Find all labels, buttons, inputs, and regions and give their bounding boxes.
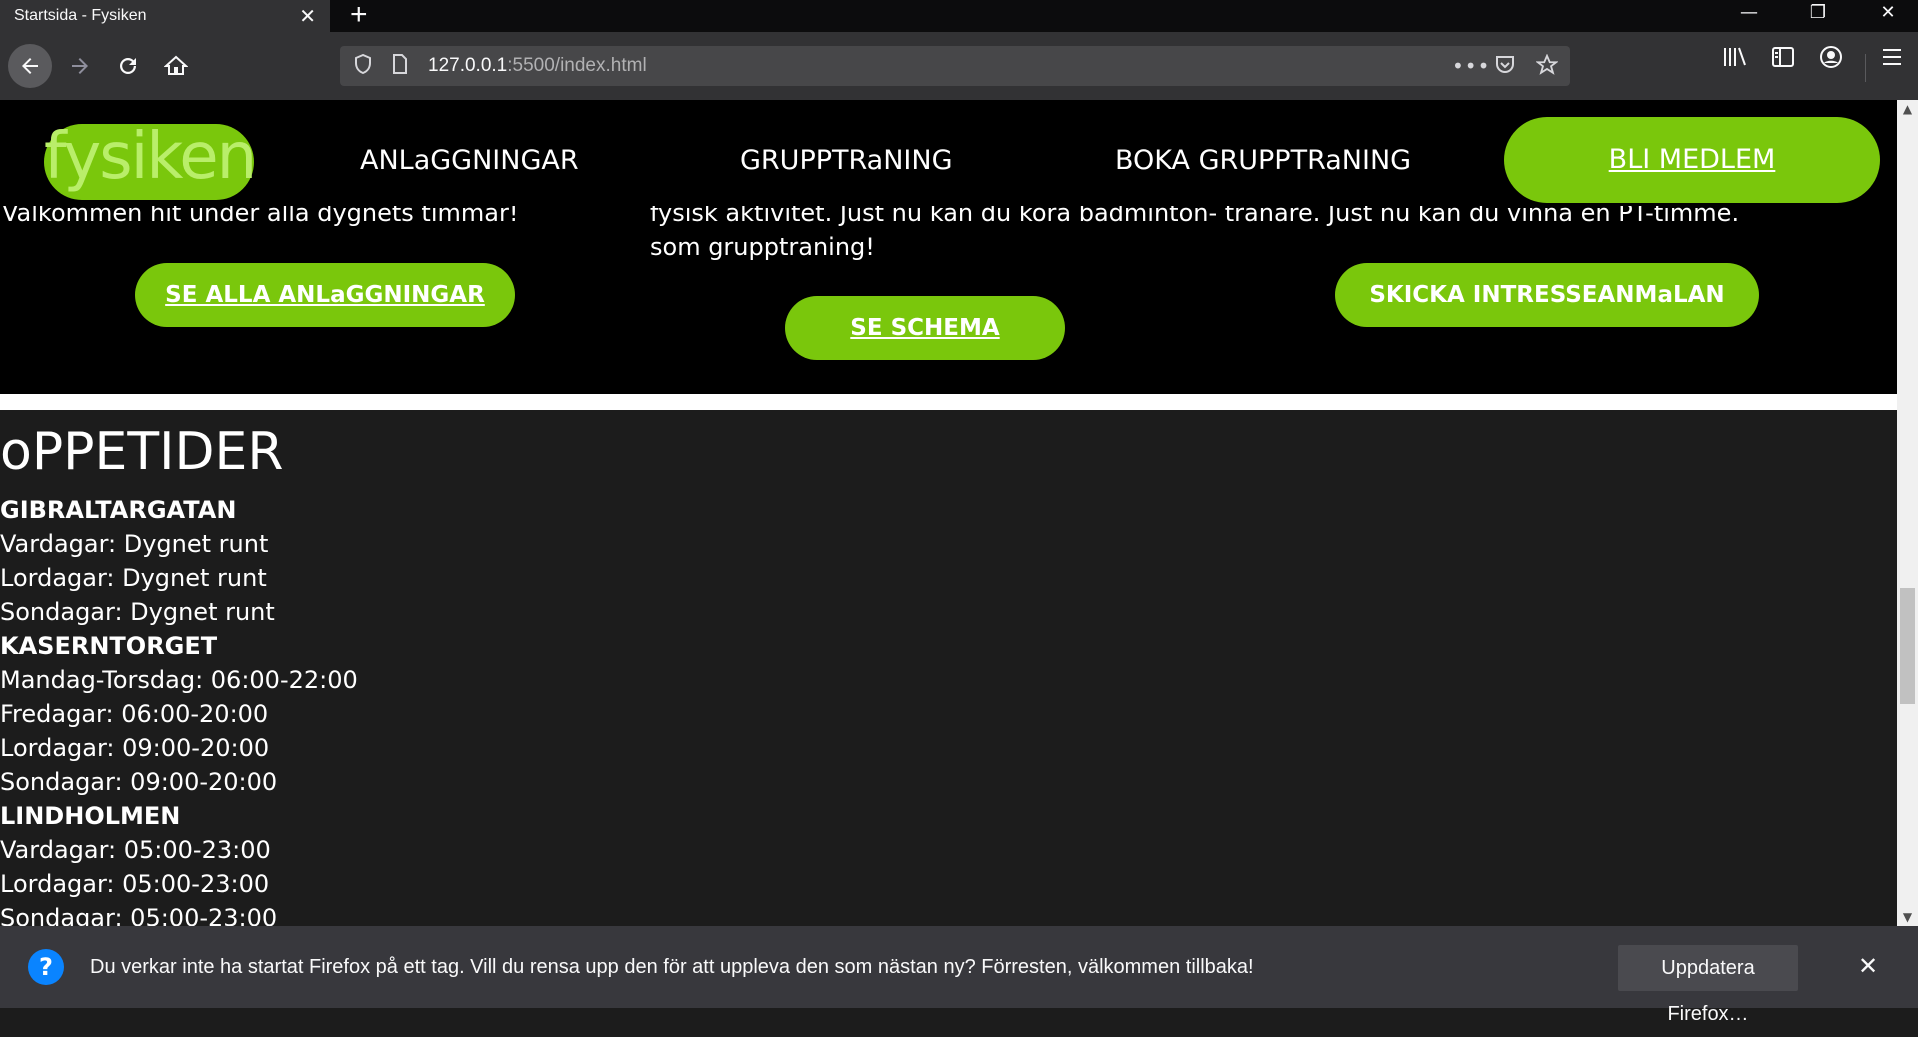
tab-title: Startsida - Fysiken	[14, 7, 147, 24]
page-scrollbar[interactable]: ▲ ▼	[1897, 100, 1918, 926]
question-icon: ?	[28, 949, 64, 985]
scroll-thumb[interactable]	[1900, 588, 1915, 704]
section-divider	[0, 394, 1897, 410]
home-icon	[163, 55, 189, 75]
scroll-down-icon[interactable]: ▼	[1897, 910, 1918, 924]
tab-active[interactable]: Startsida - Fysiken ✕	[0, 0, 330, 32]
scroll-up-icon[interactable]: ▲	[1897, 102, 1918, 116]
nav-link-group-training[interactable]: GRUPPTRaNING	[740, 145, 953, 176]
fysiken-logo[interactable]: fysiken	[44, 120, 257, 200]
url-host: 127.0.0.1	[428, 55, 508, 76]
pocket-icon[interactable]	[1494, 54, 1516, 81]
notification-message: Du verkar inte ha startat Firefox på ett…	[90, 956, 1254, 978]
notification-close-icon[interactable]: ✕	[1858, 952, 1878, 980]
opening-hours-line: Lordagar: Dygnet runt	[0, 564, 267, 592]
hamburger-menu-icon[interactable]	[1877, 44, 1907, 76]
restore-button[interactable]: ❐	[1803, 2, 1833, 23]
opening-hours-line: Lordagar: 09:00-20:00	[0, 734, 270, 762]
logo-text: fysiken	[44, 120, 257, 194]
opening-hours-line: Sondagar: Dygnet runt	[0, 598, 275, 626]
arrow-left-icon	[22, 58, 38, 74]
navigation-toolbar: 127.0.0.1:5500/index.html •••	[0, 32, 1918, 100]
notification-bar: ? Du verkar inte ha startat Firefox på e…	[0, 926, 1918, 1025]
facility-name: KASERNTORGET	[0, 632, 218, 660]
opening-hours-line: Fredagar: 06:00-20:00	[0, 700, 269, 728]
url-text[interactable]: 127.0.0.1:5500/index.html	[428, 55, 647, 77]
opening-hours-line: Mandag-Torsdag: 06:00-22:00	[0, 666, 358, 694]
library-icon[interactable]	[1720, 44, 1750, 76]
opening-hours-title: oPPETIDER	[0, 422, 284, 482]
account-icon[interactable]	[1816, 44, 1846, 76]
arrow-right-icon	[72, 58, 88, 74]
facility-name: GIBRALTARGATAN	[0, 496, 237, 524]
url-path: :5500/index.html	[507, 55, 647, 76]
see-schedule-button[interactable]: SE SCHEMA	[785, 296, 1065, 360]
shield-icon[interactable]	[354, 53, 372, 79]
opening-hours-line: Vardagar: Dygnet runt	[0, 530, 269, 558]
page-actions-icon[interactable]: •••	[1452, 54, 1490, 78]
new-tab-button[interactable]: +	[350, 0, 368, 30]
send-interest-button[interactable]: SKICKA INTRESSEANMaLAN	[1335, 263, 1759, 327]
minimize-button[interactable]: —	[1734, 2, 1764, 23]
forward-button[interactable]	[58, 44, 102, 88]
reload-icon	[120, 58, 136, 74]
tab-close-icon[interactable]: ✕	[299, 4, 316, 28]
sidebar-icon[interactable]	[1768, 44, 1798, 76]
back-button[interactable]	[8, 44, 52, 88]
url-bar[interactable]: 127.0.0.1:5500/index.html •••	[340, 46, 1570, 86]
nav-link-facilities[interactable]: ANLaGGNINGAR	[360, 145, 579, 176]
nav-link-book-group-training[interactable]: BOKA GRUPPTRaNING	[1115, 145, 1411, 176]
refresh-firefox-button[interactable]: Uppdatera Firefox…	[1618, 945, 1798, 1025]
page-viewport: Välkommen hit under alla dygnets timmar!…	[0, 100, 1897, 926]
home-button[interactable]	[154, 44, 198, 88]
close-window-button[interactable]: ✕	[1873, 2, 1903, 23]
page-info-icon[interactable]	[392, 54, 408, 79]
hero-col2-text-2: som grupptraning!	[650, 233, 875, 261]
become-member-label: BLI MEDLEM	[1608, 144, 1776, 175]
reload-button[interactable]	[106, 44, 150, 88]
opening-hours-line: Sondagar: 09:00-20:00	[0, 768, 278, 796]
become-member-button[interactable]: BLI MEDLEM	[1504, 117, 1880, 203]
toolbar-separator	[1865, 54, 1866, 82]
tab-strip: Startsida - Fysiken ✕ + — ❐ ✕	[0, 0, 1918, 32]
opening-hours-line: Sondagar: 05:00-23:00	[0, 904, 278, 926]
opening-hours-line: Lordagar: 05:00-23:00	[0, 870, 270, 898]
see-all-facilities-button[interactable]: SE ALLA ANLaGGNINGAR	[135, 263, 515, 327]
opening-hours-line: Vardagar: 05:00-23:00	[0, 836, 271, 864]
bookmark-star-icon[interactable]	[1535, 53, 1559, 81]
facility-name: LINDHOLMEN	[0, 802, 181, 830]
site-header: fysiken ANLaGGNINGAR GRUPPTRaNING BOKA G…	[0, 100, 1897, 206]
